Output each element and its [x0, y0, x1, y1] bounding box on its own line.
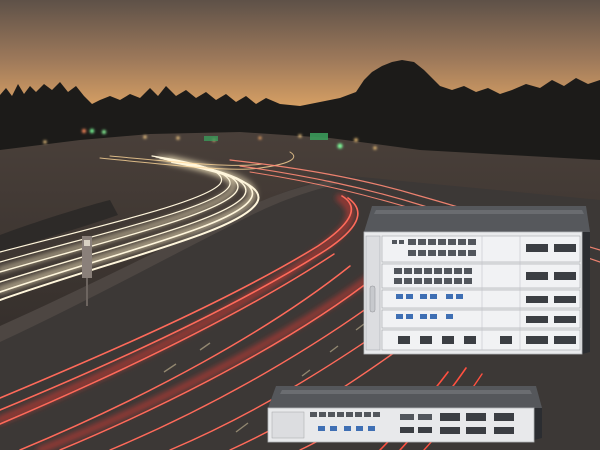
network-chassis-small — [267, 386, 542, 443]
network-chassis-large — [363, 206, 590, 355]
chassis-top — [268, 386, 542, 408]
highway-night-scene — [0, 0, 600, 450]
chassis-side — [582, 232, 590, 354]
highway-sign — [204, 136, 218, 141]
chassis-side — [534, 408, 542, 440]
chassis-top — [364, 206, 590, 232]
highway-sign — [310, 133, 328, 140]
